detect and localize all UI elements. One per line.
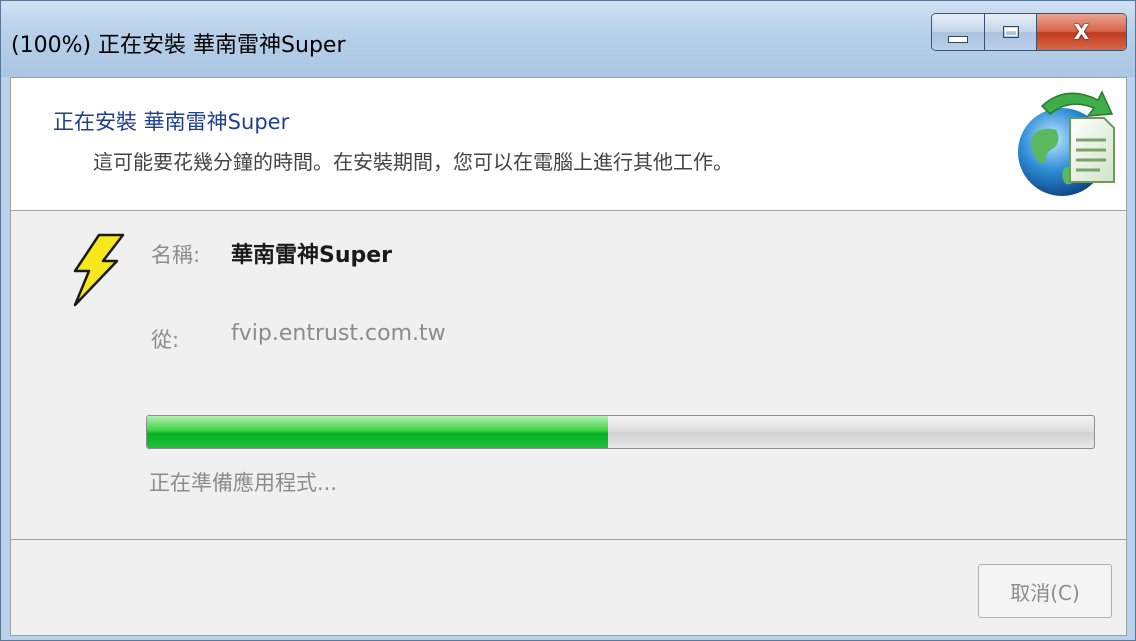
app-name: 華南雷神Super bbox=[231, 243, 393, 268]
window-title: (100%) 正在安裝 華南雷神Super bbox=[11, 33, 346, 58]
globe-install-icon bbox=[1018, 90, 1115, 196]
minimize-icon bbox=[948, 35, 968, 43]
close-icon: X bbox=[1073, 20, 1090, 44]
header-title: 正在安裝 華南雷神Super bbox=[53, 110, 290, 134]
cancel-button[interactable]: 取消(C) bbox=[978, 564, 1112, 618]
caption-buttons: X bbox=[931, 13, 1127, 51]
maximize-button[interactable] bbox=[984, 14, 1036, 50]
source-host: fvip.entrust.com.tw bbox=[231, 321, 446, 346]
lightning-bolt-icon bbox=[73, 233, 125, 307]
details-panel: 名稱: 華南雷神Super 從: fvip.entrust.com.tw 正在準… bbox=[10, 210, 1127, 540]
from-label: 從: bbox=[151, 328, 180, 352]
footer-panel: 取消(C) bbox=[10, 540, 1127, 636]
installer-window: (100%) 正在安裝 華南雷神Super X 正在安裝 華南雷神Super 這… bbox=[0, 0, 1136, 641]
name-label: 名稱: bbox=[151, 243, 201, 267]
progress-fill bbox=[147, 416, 609, 448]
maximize-icon bbox=[1002, 26, 1019, 38]
status-text: 正在準備應用程式... bbox=[149, 471, 338, 495]
header-panel: 正在安裝 華南雷神Super 這可能要花幾分鐘的時間。在安裝期間，您可以在電腦上… bbox=[10, 77, 1127, 210]
header-subtitle: 這可能要花幾分鐘的時間。在安裝期間，您可以在電腦上進行其他工作。 bbox=[93, 150, 733, 174]
minimize-button[interactable] bbox=[932, 14, 984, 50]
title-bar[interactable]: (100%) 正在安裝 華南雷神Super X bbox=[1, 1, 1135, 77]
install-progress-bar bbox=[146, 415, 1095, 449]
close-button[interactable]: X bbox=[1036, 14, 1126, 50]
